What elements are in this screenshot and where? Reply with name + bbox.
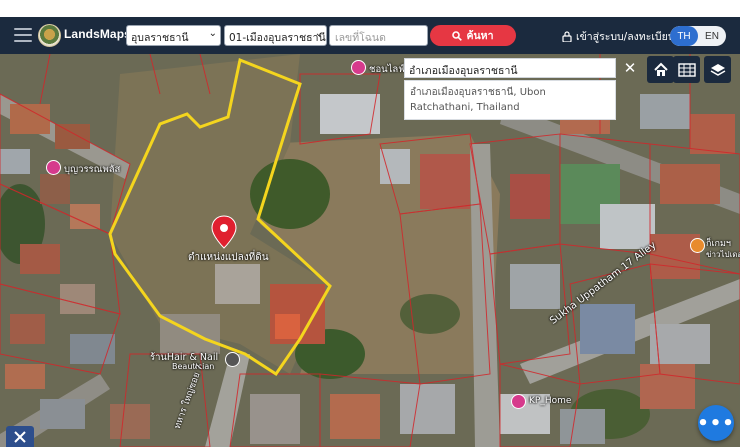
poi-marker[interactable] (690, 238, 705, 253)
search-button[interactable]: ค้นหา (430, 25, 516, 46)
poi-marker[interactable] (351, 60, 366, 75)
poi-label-bottom: KP_Home (529, 396, 572, 406)
province-select[interactable]: อุบลราชธานี ⌄ (126, 25, 221, 46)
district-select[interactable]: 01-เมืองอุบลราชธานี ⌄ (224, 25, 327, 46)
language-toggle[interactable]: TH EN (670, 26, 726, 46)
grid-icon (677, 62, 696, 77)
poi-marker[interactable] (225, 352, 240, 367)
search-icon (452, 30, 463, 41)
parcel-marker-label: ตำแหน่งแปลงที่ดิน (188, 252, 269, 263)
hamburger-icon[interactable] (14, 28, 32, 42)
district-select-value: 01-เมืองอุบลราชธานี (229, 32, 326, 44)
close-icon[interactable]: ✕ (618, 58, 642, 78)
chevron-down-icon: ⌄ (314, 28, 323, 39)
deed-number-input[interactable]: เลขที่โฉนด (329, 25, 428, 46)
poi-marker[interactable] (46, 160, 61, 175)
login-label: เข้าสู่ระบบ/ลงทะเบียน (576, 31, 675, 43)
map-search-input[interactable]: อำเภอเมืองอุบลราชธานี (404, 58, 616, 78)
province-select-value: อุบลราชธานี (131, 32, 189, 44)
navbar: LandsMaps อุบลราชธานี ⌄ 01-เมืองอุบลราชธ… (0, 17, 740, 54)
brand-name[interactable]: LandsMaps (64, 27, 131, 41)
search-suggestion[interactable]: อำเภอเมืองอุบลราชธานี, Ubon Ratchathani,… (404, 80, 616, 120)
poi-marker[interactable] (511, 394, 526, 409)
tools-button[interactable] (6, 426, 34, 447)
map-imagery (0, 54, 740, 447)
lock-icon (562, 31, 572, 42)
lang-th-button[interactable]: TH (670, 26, 698, 46)
layers-icon (710, 63, 725, 76)
chevron-down-icon: ⌄ (208, 28, 217, 39)
more-options-button[interactable]: ••• (697, 405, 734, 441)
satellite-map[interactable]: ชอนไลฟ์ บุญวรรณพลัส ตำแหน่งแปลงที่ดิน ร้… (0, 54, 740, 447)
home-button[interactable] (647, 56, 674, 83)
grid-button[interactable] (673, 56, 700, 83)
lang-en-button[interactable]: EN (698, 26, 726, 46)
search-button-label: ค้นหา (466, 30, 494, 42)
poi-label-top: ชอนไลฟ์ (369, 64, 405, 75)
top-blank (0, 0, 740, 17)
poi-label-left: บุญวรรณพลัส (64, 164, 121, 175)
login-link[interactable]: เข้าสู่ระบบ/ลงทะเบียน (562, 28, 675, 45)
logo-icon[interactable] (38, 24, 61, 47)
home-icon (653, 62, 668, 76)
poi-label-right-sub: ข่าวไปเดอ (706, 250, 740, 259)
layers-button[interactable] (704, 56, 731, 83)
tools-icon (14, 430, 26, 443)
